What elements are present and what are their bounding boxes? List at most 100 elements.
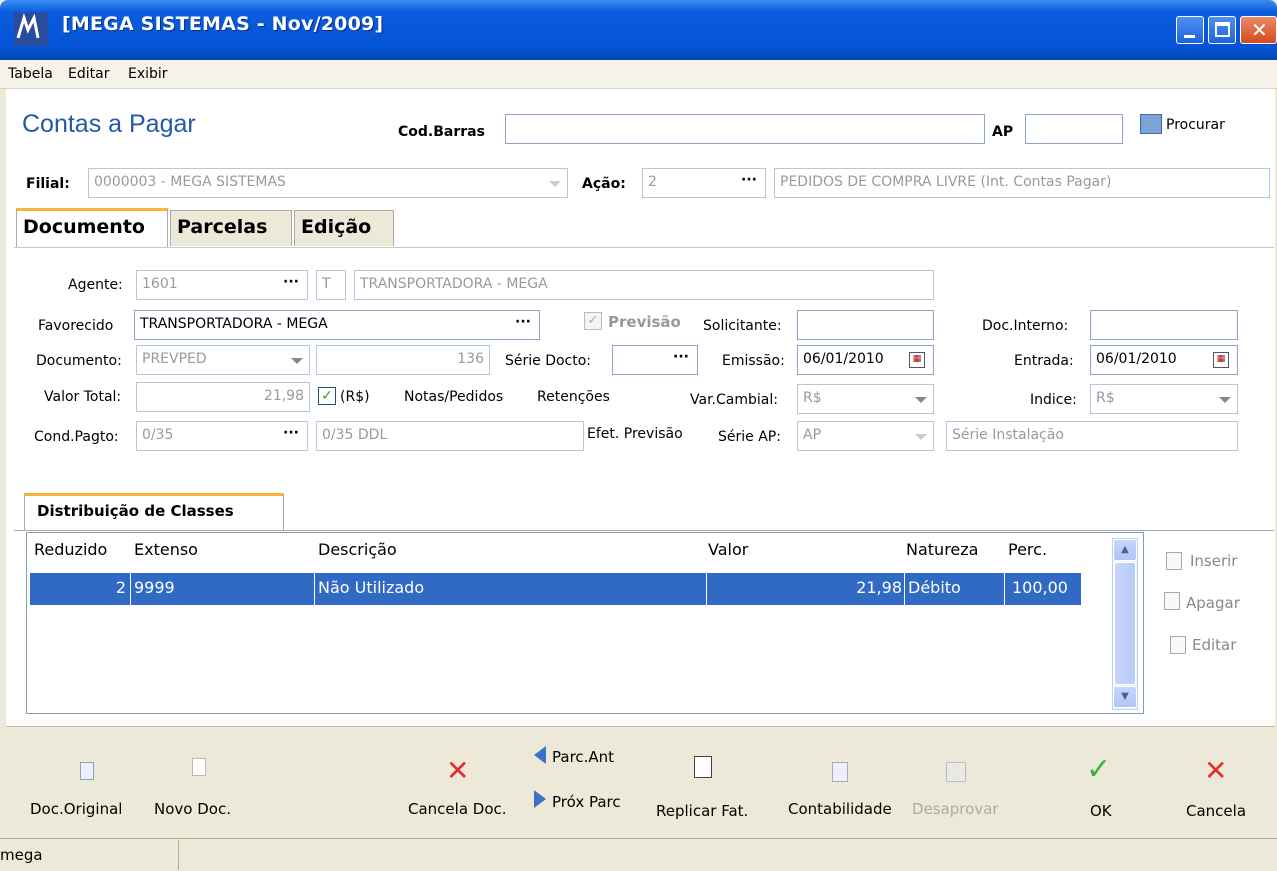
acao-input[interactable]: 2 ··· [642, 168, 766, 198]
status-bar [0, 838, 1277, 871]
valortotal-label: Valor Total: [44, 389, 122, 405]
favorecido-lookup-button[interactable]: ··· [515, 314, 531, 330]
parc-ant-button[interactable]: Parc.Ant [552, 748, 614, 766]
novo-doc-button[interactable]: Novo Doc. [154, 800, 231, 818]
menu-tabela[interactable]: Tabela [8, 66, 53, 82]
varcambial-select[interactable]: R$ [797, 384, 934, 414]
docinterno-input[interactable] [1090, 310, 1238, 340]
editar-button[interactable]: Editar [1192, 636, 1236, 654]
seriedocto-lookup-button[interactable]: ··· [673, 349, 689, 365]
desaprovar-button[interactable]: Desaprovar [912, 800, 999, 818]
ap-input[interactable] [1025, 114, 1123, 144]
bottom-toolbar [6, 726, 1275, 838]
scroll-thumb[interactable] [1114, 562, 1136, 685]
doc-original-button[interactable]: Doc.Original [30, 800, 122, 818]
condpagto-input[interactable]: 0/35 ··· [136, 421, 308, 451]
disapprove-icon [946, 762, 966, 782]
edit-icon [1170, 636, 1186, 654]
rs-label: (R$) [340, 389, 370, 405]
menu-exibir[interactable]: Exibir [128, 66, 168, 82]
calendar-icon[interactable]: ▦ [909, 352, 925, 368]
efetprevisao-button[interactable]: Efet. Previsão [587, 426, 683, 442]
chevron-down-icon [549, 181, 561, 187]
cell-divider [904, 573, 905, 605]
scroll-down-icon[interactable]: ▼ [1113, 686, 1137, 708]
condpagto-desc: 0/35 DDL [316, 421, 584, 451]
col-perc[interactable]: Perc. [1008, 540, 1047, 559]
col-natureza[interactable]: Natureza [906, 540, 978, 559]
emissao-value: 06/01/2010 [803, 351, 884, 367]
chevron-down-icon [915, 434, 927, 440]
cancela-doc-button[interactable]: Cancela Doc. [408, 800, 507, 818]
scroll-up-icon[interactable]: ▲ [1113, 539, 1137, 561]
cell-natureza: Débito [908, 578, 961, 597]
indice-select[interactable]: R$ [1090, 384, 1238, 414]
menu-editar[interactable]: Editar [68, 66, 109, 82]
classes-grid [26, 532, 1144, 714]
col-valor[interactable]: Valor [708, 540, 748, 559]
calendar-icon[interactable]: ▦ [1213, 352, 1229, 368]
agente-label: Agente: [68, 277, 123, 293]
prox-parc-button[interactable]: Próx Parc [552, 793, 621, 811]
emissao-date[interactable]: 06/01/2010 ▦ [797, 345, 934, 375]
contabilidade-button[interactable]: Contabilidade [788, 800, 892, 818]
insert-icon [1166, 552, 1182, 570]
new-document-icon [192, 758, 206, 776]
tab-documento[interactable]: Documento [16, 208, 168, 248]
acao-lookup-button[interactable]: ··· [741, 172, 757, 188]
condpagto-lookup-button[interactable]: ··· [283, 425, 299, 441]
maximize-button[interactable] [1208, 16, 1236, 44]
retencoes-button[interactable]: Retenções [537, 389, 610, 405]
replicar-button[interactable]: Replicar Fat. [656, 802, 748, 820]
acao-description: PEDIDOS DE COMPRA LIVRE (Int. Contas Pag… [774, 168, 1270, 198]
agente-code-input[interactable]: 1601 ··· [136, 270, 308, 300]
col-extenso[interactable]: Extenso [134, 540, 198, 559]
cell-extenso: 9999 [134, 578, 175, 597]
condpagto-label: Cond.Pagto: [34, 429, 119, 445]
serieap-select[interactable]: AP [797, 421, 934, 451]
tab-separator [14, 247, 1274, 248]
tab-distribuicao[interactable]: Distribuição de Classes [24, 493, 284, 531]
cell-divider [1004, 573, 1005, 605]
codbarras-label: Cod.Barras [398, 124, 485, 140]
close-button[interactable]: ✕ [1240, 16, 1277, 44]
serieinst-input[interactable]: Série Instalação [946, 421, 1238, 451]
seriedocto-input[interactable]: ··· [612, 345, 698, 375]
check-icon: ✓ [1086, 752, 1112, 787]
rs-checkbox[interactable]: ✓ [318, 387, 336, 405]
status-user: mega [0, 846, 43, 864]
chevron-down-icon [915, 397, 927, 403]
procurar-button[interactable]: Procurar [1166, 117, 1225, 133]
apagar-button[interactable]: Apagar [1186, 594, 1240, 612]
search-icon[interactable] [1140, 114, 1162, 134]
codbarras-input[interactable] [505, 114, 985, 144]
docinterno-label: Doc.Interno: [982, 318, 1069, 334]
filial-label: Filial: [26, 176, 70, 192]
minimize-button[interactable] [1176, 16, 1204, 44]
distrib-separator [14, 530, 1274, 531]
entrada-date[interactable]: 06/01/2010 ▦ [1090, 345, 1238, 375]
documento-label: Documento: [36, 353, 122, 369]
cancela-button[interactable]: Cancela [1186, 802, 1246, 820]
valortotal-input[interactable]: 21,98 [136, 382, 310, 412]
previsao-checkbox[interactable]: ✓ [584, 312, 602, 330]
inserir-button[interactable]: Inserir [1190, 552, 1237, 570]
delete-icon [1164, 592, 1180, 610]
indice-value: R$ [1096, 390, 1115, 406]
ok-button[interactable]: OK [1090, 802, 1112, 820]
agente-lookup-button[interactable]: ··· [283, 274, 299, 290]
notas-pedidos-button[interactable]: Notas/Pedidos [404, 389, 503, 405]
tab-edicao[interactable]: Edição [294, 210, 394, 246]
serieap-label: Série AP: [718, 429, 781, 445]
indice-label: Indice: [1030, 392, 1077, 408]
documento-select[interactable]: PREVPED [136, 345, 310, 375]
filial-select[interactable]: 0000003 - MEGA SISTEMAS [88, 168, 568, 198]
col-reduzido[interactable]: Reduzido [34, 540, 107, 559]
replicate-icon [694, 756, 712, 778]
condpagto-code: 0/35 [142, 427, 174, 443]
tab-parcelas[interactable]: Parcelas [170, 210, 292, 246]
solicitante-input[interactable] [797, 310, 934, 340]
col-descricao[interactable]: Descrição [318, 540, 397, 559]
filial-value: 0000003 - MEGA SISTEMAS [94, 174, 286, 190]
favorecido-input[interactable]: TRANSPORTADORA - MEGA ··· [134, 310, 540, 340]
